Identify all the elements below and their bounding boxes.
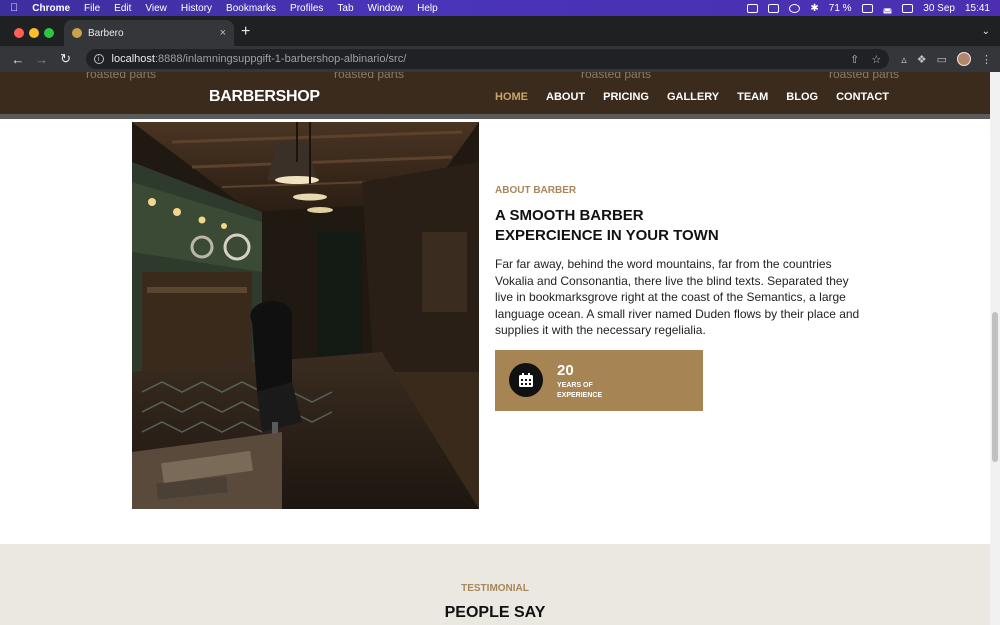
nav-home[interactable]: HOME (495, 91, 528, 103)
media-icon[interactable] (789, 3, 801, 13)
site-header: roasted parts roasted parts roasted part… (0, 72, 990, 114)
battery-percent: 71 % (828, 2, 852, 14)
cloud-icon[interactable] (768, 3, 780, 13)
macos-menu-bar:  Chrome File Edit View History Bookmark… (0, 0, 1000, 16)
experience-label: YEARS OF EXPERIENCE (557, 382, 603, 399)
menu-window[interactable]: Window (368, 3, 404, 14)
menu-help[interactable]: Help (417, 3, 438, 14)
nav-team[interactable]: TEAM (737, 91, 768, 103)
header-divider (0, 114, 990, 119)
profile-avatar[interactable] (957, 52, 972, 66)
dropbox-icon[interactable] (747, 3, 759, 13)
control-center-icon[interactable] (902, 3, 914, 13)
browser-tab-strip: Barbero × + ⌄ (0, 16, 1000, 46)
bookmark-star-icon[interactable]: ☆ (871, 53, 881, 66)
status-area: ✱ 71 % ◛ 30 Sep 15:41 (747, 3, 990, 14)
puzzle-icon[interactable]: ❖ (917, 53, 927, 66)
url-path: :8888/inlamningsuppgift-1-barbershop-alb… (154, 53, 407, 65)
faded-text: roasted parts (334, 72, 405, 81)
browser-toolbar: ← → ↻ i localhost :8888/inlamningsuppgif… (0, 46, 1000, 72)
url-host: localhost (111, 53, 155, 65)
menu-edit[interactable]: Edit (114, 3, 131, 14)
barbershop-interior-image (132, 122, 479, 509)
experience-number: 20 (557, 362, 574, 379)
experience-box: 20 YEARS OF EXPERIENCE (495, 350, 703, 411)
about-section-text: Far far away, behind the word mountains,… (495, 257, 860, 338)
close-tab-icon[interactable]: × (220, 27, 226, 39)
address-bar[interactable]: i localhost :8888/inlamningsuppgift-1-ba… (85, 49, 890, 69)
apple-icon[interactable]:  (10, 2, 18, 14)
nav-contact[interactable]: CONTACT (836, 91, 889, 103)
faded-text: roasted parts (86, 72, 157, 81)
menu-bookmarks[interactable]: Bookmarks (226, 3, 276, 14)
site-logo[interactable]: BARBERSHOP (209, 88, 320, 106)
wifi-icon[interactable]: ◛ (883, 3, 893, 14)
main-nav: HOME ABOUT PRICING GALLERY TEAM BLOG CON… (495, 91, 889, 103)
info-icon[interactable]: i (93, 54, 104, 64)
time-text: 15:41 (964, 2, 990, 14)
more-menu-icon[interactable]: ⋮ (981, 53, 992, 66)
zoom-window-button[interactable] (44, 28, 54, 38)
extension-icon[interactable]: ▵ (901, 53, 907, 66)
faded-previous-content: roasted parts roasted parts roasted part… (0, 72, 990, 81)
page-scrollbar[interactable] (990, 72, 1000, 625)
testimonial-section: TESTIMONIAL PEOPLE SAY (0, 544, 990, 625)
browser-tab[interactable]: Barbero × (64, 20, 234, 46)
nav-about[interactable]: ABOUT (546, 91, 585, 103)
bluetooth-icon[interactable]: ✱ (810, 3, 818, 14)
reload-button[interactable]: ↻ (56, 51, 76, 67)
nav-gallery[interactable]: GALLERY (667, 91, 719, 103)
forward-button[interactable]: → (32, 52, 52, 67)
menu-profiles[interactable]: Profiles (290, 3, 323, 14)
close-window-button[interactable] (14, 28, 24, 38)
testimonial-title: PEOPLE SAY (444, 604, 546, 621)
about-section-title: A SMOOTH BARBER EXPERCIENCE IN YOUR TOWN (495, 207, 719, 244)
tab-title: Barbero (88, 27, 124, 39)
testimonial-label: TESTIMONIAL (461, 583, 529, 594)
sidebar-icon[interactable]: ▭ (937, 53, 947, 66)
menu-history[interactable]: History (181, 3, 212, 14)
menu-tab[interactable]: Tab (337, 3, 353, 14)
faded-text: roasted parts (581, 72, 652, 81)
scrollbar-thumb[interactable] (992, 312, 998, 462)
about-section-label: ABOUT BARBER (495, 185, 577, 196)
page-viewport: roasted parts roasted parts roasted part… (0, 72, 990, 625)
chevron-down-icon[interactable]: ⌄ (982, 26, 990, 37)
minimize-window-button[interactable] (29, 28, 39, 38)
battery-icon[interactable] (861, 3, 873, 13)
menu-view[interactable]: View (145, 3, 167, 14)
nav-pricing[interactable]: PRICING (603, 91, 649, 103)
back-button[interactable]: ← (8, 52, 28, 67)
new-tab-button[interactable]: + (241, 24, 250, 40)
menu-app-name[interactable]: Chrome (32, 3, 70, 14)
faded-text: roasted parts (829, 72, 900, 81)
share-icon[interactable]: ⇧ (850, 53, 859, 66)
favicon-icon (72, 28, 82, 38)
calendar-icon (509, 363, 543, 397)
nav-blog[interactable]: BLOG (786, 91, 818, 103)
menu-file[interactable]: File (84, 3, 100, 14)
date-text: 30 Sep (923, 2, 955, 14)
